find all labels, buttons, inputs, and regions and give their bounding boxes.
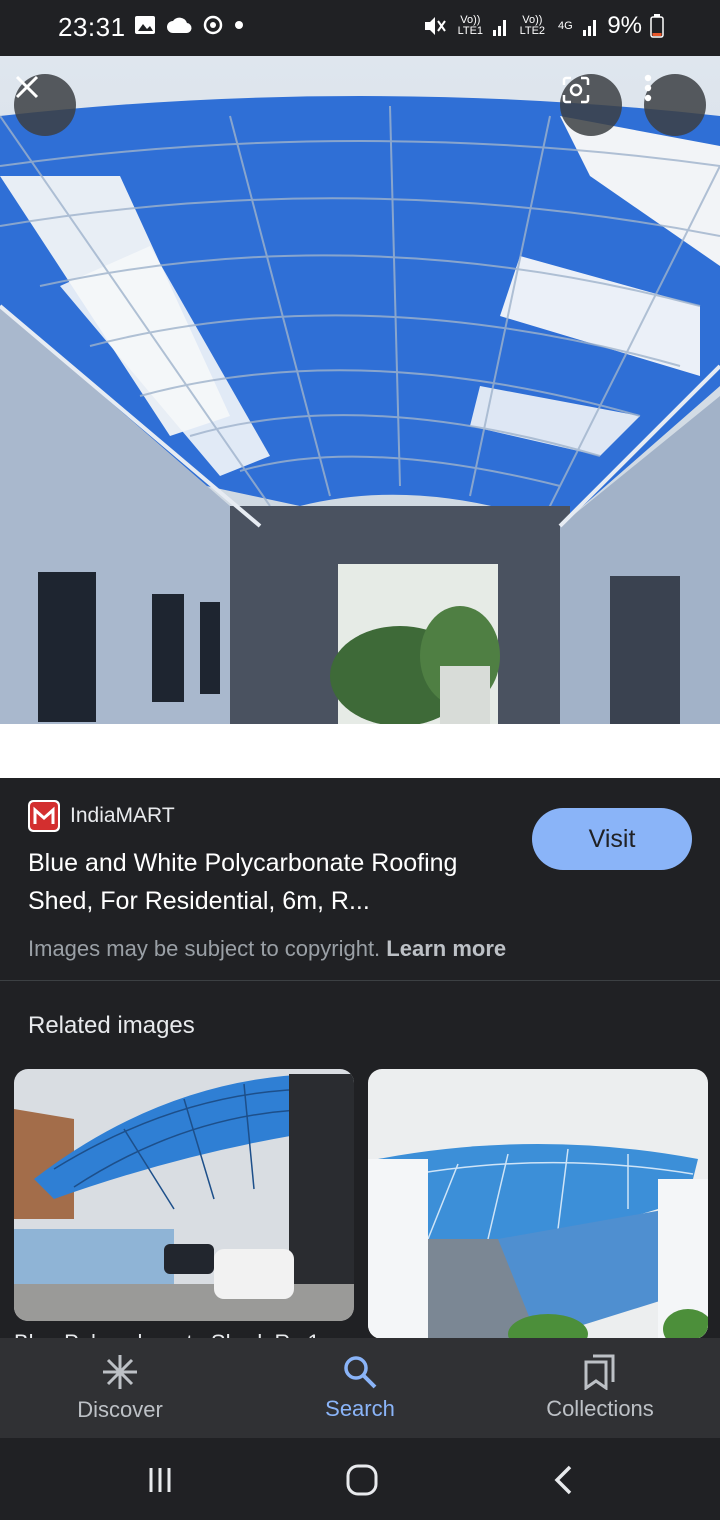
- result-title[interactable]: Blue and White Polycarbonate Roofing She…: [28, 844, 528, 920]
- search-icon: [344, 1356, 377, 1389]
- home-icon: [346, 1464, 378, 1496]
- mute-icon: [425, 17, 447, 35]
- sim1-label: Vo)) LTE1: [457, 14, 484, 37]
- network-label: 4G: [557, 19, 573, 32]
- result-info-panel: IndiaMART Blue and White Polycarbonate R…: [0, 778, 720, 980]
- home-button[interactable]: [342, 1460, 382, 1500]
- related-images-heading: Related images: [28, 1012, 195, 1039]
- nav-label-search: Search: [325, 1396, 395, 1421]
- battery-percent: 9%: [607, 12, 642, 39]
- indiamart-logo-icon: [30, 802, 58, 830]
- notification-icons: [134, 14, 244, 36]
- indiamart-logo: [28, 800, 60, 832]
- learn-more-link[interactable]: Learn more: [386, 936, 506, 961]
- collections-icon: [584, 1354, 615, 1390]
- dot-icon: [235, 21, 243, 29]
- divider: [0, 980, 720, 981]
- nav-label-discover: Discover: [77, 1397, 163, 1422]
- back-icon: [554, 1465, 572, 1495]
- close-icon: [15, 75, 39, 99]
- status-time: 23:31: [58, 12, 126, 42]
- recents-icon: [149, 1468, 171, 1492]
- system-status-icons: Vo)) LTE1 Vo)) LTE2 4G 9%: [423, 12, 664, 40]
- sync-icon: [203, 15, 223, 35]
- bottom-nav: Discover Search Collections: [0, 1338, 720, 1438]
- nav-label-collections: Collections: [546, 1396, 654, 1421]
- main-image[interactable]: [0, 56, 720, 724]
- lens-icon: [562, 76, 590, 104]
- nav-item-discover[interactable]: Discover: [0, 1338, 240, 1438]
- gallery-icon: [135, 16, 155, 34]
- battery-icon: [650, 14, 664, 38]
- nav-item-search[interactable]: Search: [240, 1338, 480, 1438]
- source-row[interactable]: IndiaMART: [28, 800, 175, 832]
- visit-button[interactable]: Visit: [532, 808, 692, 870]
- signal-icon-2: [583, 20, 597, 36]
- more-options-button[interactable]: [644, 74, 706, 136]
- back-button[interactable]: [544, 1460, 584, 1500]
- related-image-1-picture: [14, 1069, 354, 1321]
- more-vert-icon: [644, 74, 652, 102]
- related-image-1[interactable]: [14, 1069, 354, 1321]
- status-bar: 23:31 Vo)) LTE1 Vo)) LTE2 4G 9%: [0, 0, 720, 56]
- system-nav-bar: [0, 1438, 720, 1520]
- nav-item-collections[interactable]: Collections: [480, 1338, 720, 1438]
- recents-button[interactable]: [140, 1460, 180, 1500]
- copyright-notice: Images may be subject to copyright. Lear…: [28, 936, 506, 962]
- related-image-2-picture: [368, 1069, 708, 1339]
- cloud-icon: [167, 17, 192, 34]
- discover-icon: [103, 1355, 137, 1389]
- sim2-label: Vo)) LTE2: [519, 14, 546, 37]
- signal-icon-1: [493, 20, 507, 36]
- copyright-text: Images may be subject to copyright.: [28, 936, 381, 961]
- related-image-2[interactable]: [368, 1069, 708, 1339]
- source-name[interactable]: IndiaMART: [70, 804, 175, 828]
- close-button[interactable]: [14, 74, 76, 136]
- lens-button[interactable]: [560, 74, 622, 136]
- image-viewer[interactable]: [0, 56, 720, 778]
